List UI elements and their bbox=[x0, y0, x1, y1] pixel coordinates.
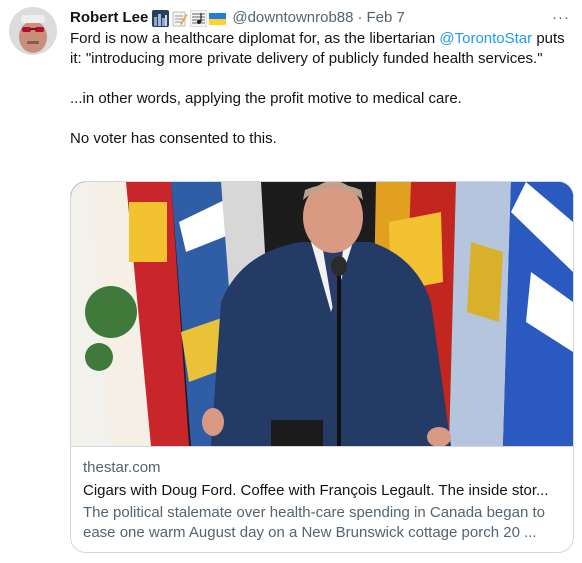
musical-score-icon bbox=[189, 9, 208, 27]
link-card-title[interactable]: Cigars with Doug Ford. Coffee with Franç… bbox=[83, 481, 561, 501]
text-segment: Ford is now a healthcare diplomat for, a… bbox=[70, 30, 440, 47]
link-card-domain: thestar.com bbox=[83, 459, 161, 476]
author-handle[interactable]: @downtownrob88 bbox=[232, 7, 353, 29]
memo-icon bbox=[171, 10, 188, 27]
mention-link[interactable]: @TorontoStar bbox=[439, 30, 532, 47]
city-at-night-icon bbox=[152, 9, 170, 27]
tweet-paragraph-3: No voter has consented to this. bbox=[70, 130, 277, 147]
tweet-paragraph-2: ...in other words, applying the profit m… bbox=[70, 90, 462, 107]
link-card[interactable]: thestar.com Cigars with Doug Ford. Coffe… bbox=[70, 181, 574, 553]
author-name[interactable]: Robert Lee bbox=[70, 7, 148, 29]
tweet-date[interactable]: Feb 7 bbox=[367, 7, 405, 29]
avatar[interactable] bbox=[9, 7, 57, 55]
separator-dot: · bbox=[357, 9, 363, 26]
tweet-header: Robert Lee @downtownrob88 · Feb 7 bbox=[70, 7, 542, 29]
more-icon: ··· bbox=[552, 8, 570, 26]
tweet-text: Ford is now a healthcare diplomat for, a… bbox=[70, 29, 570, 149]
link-card-image bbox=[71, 182, 573, 447]
link-card-description: The political stalemate over health-care… bbox=[83, 504, 545, 541]
more-options-button[interactable]: ··· bbox=[550, 6, 572, 28]
link-card-meta: thestar.com Cigars with Doug Ford. Coffe… bbox=[71, 446, 573, 552]
tweet-paragraph-1: Ford is now a healthcare diplomat for, a… bbox=[70, 29, 570, 69]
ukraine-flag-icon bbox=[209, 10, 227, 27]
avatar-image bbox=[9, 7, 57, 55]
